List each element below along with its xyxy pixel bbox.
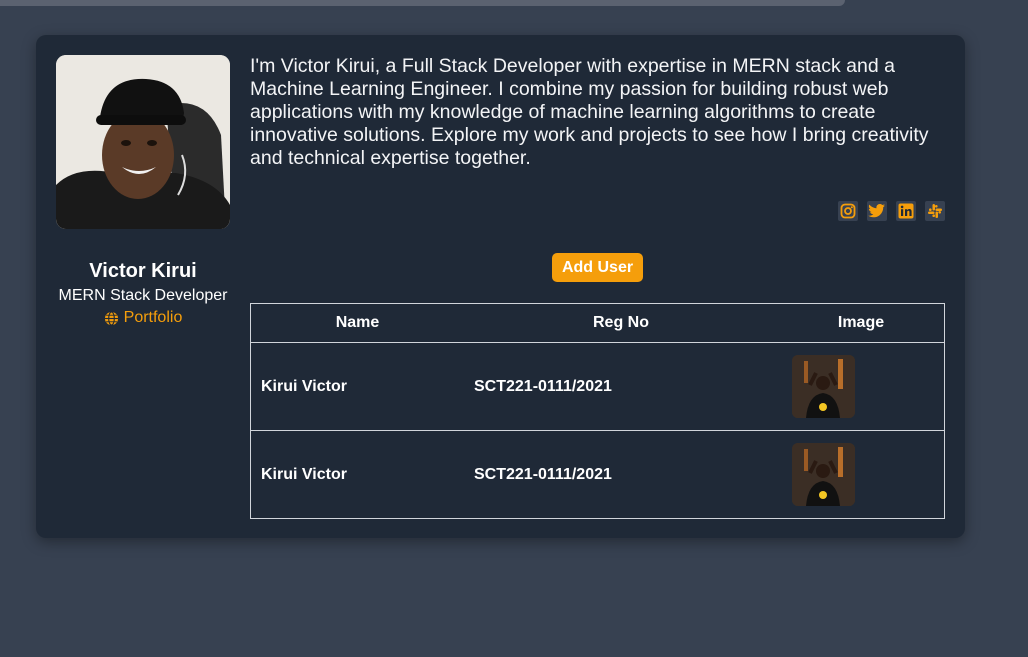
portfolio-link[interactable]: Portfolio [104, 309, 183, 327]
profile-name: Victor Kirui [89, 260, 197, 282]
instagram-icon [840, 203, 856, 219]
bio-text: I'm Victor Kirui, a Full Stack Developer… [250, 55, 929, 169]
linkedin-icon [898, 203, 914, 219]
avatar-photo [56, 55, 230, 229]
twitter-link[interactable] [867, 201, 887, 221]
slack-icon [928, 204, 942, 218]
profile-card: Victor Kirui MERN Stack Developer Portfo… [36, 35, 965, 538]
column-header-image: Image [778, 303, 945, 343]
linkedin-link[interactable] [896, 201, 916, 221]
column-header-name: Name [250, 303, 464, 343]
users-table-wrapper: Name Reg No Image Kirui Victor SCT221-01… [250, 303, 945, 519]
profile-sidebar: Victor Kirui MERN Stack Developer Portfo… [56, 55, 230, 331]
cell-image [778, 431, 945, 519]
social-links [838, 201, 945, 221]
add-user-button[interactable]: Add User [552, 253, 643, 282]
table-header-row: Name Reg No Image [250, 303, 945, 343]
cell-image [778, 342, 945, 431]
cell-name: Kirui Victor [261, 465, 347, 483]
table-row: Kirui Victor SCT221-0111/2021 [251, 431, 945, 519]
globe-icon [104, 310, 118, 326]
users-table: Name Reg No Image Kirui Victor SCT221-01… [250, 303, 945, 519]
user-photo [792, 355, 855, 418]
user-thumbnail [792, 355, 855, 418]
profile-avatar [56, 55, 230, 229]
column-header-reg-no: Reg No [464, 303, 778, 343]
twitter-icon [868, 204, 885, 218]
browser-top-strip [0, 0, 845, 6]
table-row: Kirui Victor SCT221-0111/2021 [250, 342, 945, 431]
profile-role: MERN Stack Developer [58, 287, 228, 304]
cell-name: Kirui Victor [250, 342, 464, 431]
user-thumbnail [792, 443, 855, 506]
cell-reg-no: SCT221-0111/2021 [474, 465, 612, 483]
cell-reg-no: SCT221-0111/2021 [464, 342, 778, 431]
instagram-link[interactable] [838, 201, 858, 221]
user-photo [792, 443, 855, 506]
slack-link[interactable] [925, 201, 945, 221]
portfolio-label: Portfolio [123, 309, 183, 326]
